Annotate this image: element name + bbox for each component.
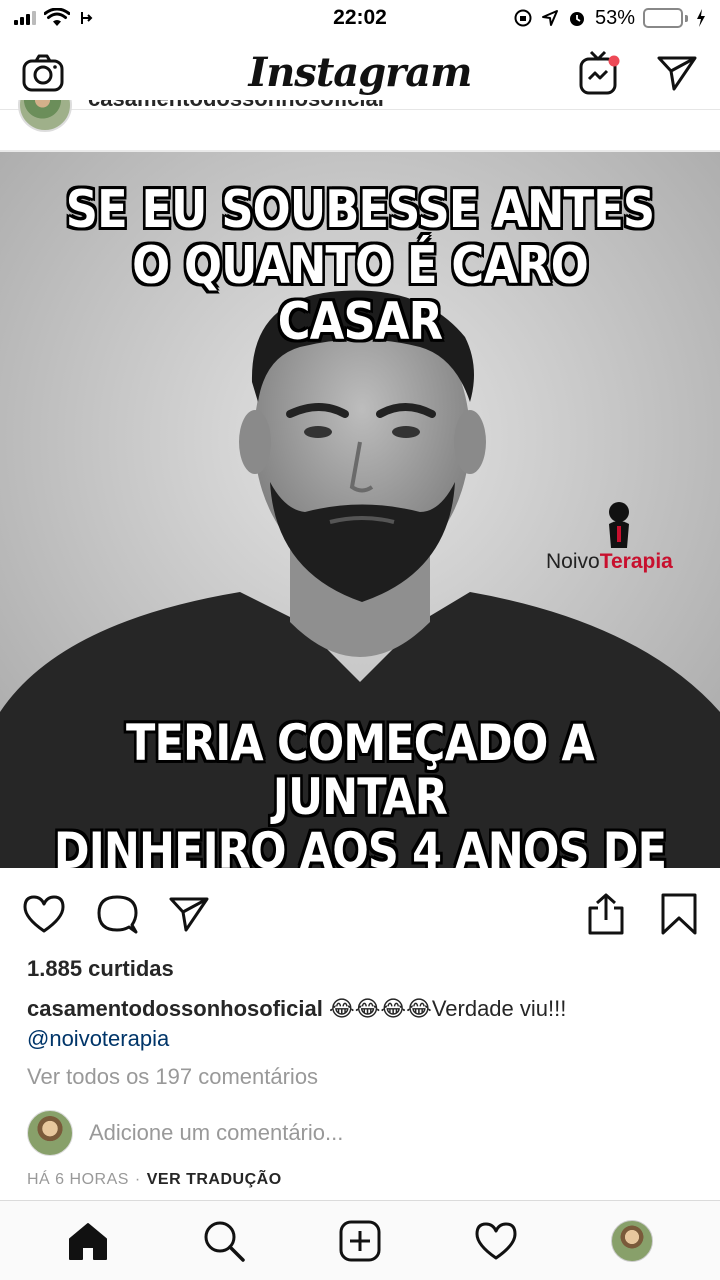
watermark-text: NoivoTerapia [546,550,673,574]
meme-bottom-line-1: TERIA COMEÇADO A JUNTAR [126,714,595,826]
post-owner-username[interactable]: casamentodossonhosoficial [88,100,384,112]
add-post-icon [339,1220,381,1261]
save-button[interactable] [660,892,698,936]
add-comment-row [27,1110,589,1156]
sync-icon [81,12,93,24]
charging-bolt-icon [697,9,705,27]
like-button[interactable] [22,894,66,934]
battery-percent: 53% [594,6,635,29]
watermark-prefix: Noivo [546,550,600,573]
tab-home[interactable] [67,1221,109,1261]
watermark-logo: NoivoTerapia [546,502,706,582]
alarm-icon [569,12,584,26]
meme-top-text: SE EU SOUBESSE ANTES O QUANTO É CARO CAS… [50,180,669,353]
meme-top-line-1: SE EU SOUBESSE ANTES [65,180,655,240]
post-photo[interactable]: SE EU SOUBESSE ANTES O QUANTO É CARO CAS… [0,152,720,868]
comment-button[interactable] [96,893,138,935]
share-icon [169,897,209,932]
likes-count[interactable]: 1.885 curtidas [27,956,174,982]
camera-button[interactable] [22,54,64,92]
view-all-comments-link[interactable]: Ver todos os 197 comentários [27,1064,318,1090]
comment-input[interactable] [89,1120,589,1146]
meme-bottom-text: TERIA COMEÇADO A JUNTAR DINHEIRO AOS 4 A… [50,716,669,868]
avatar[interactable] [18,100,72,132]
avatar [27,1110,73,1156]
upload-icon [588,893,624,935]
timestamp-separator: · [134,1171,141,1188]
meme-top-line-2: O QUANTO É CARO CASAR [132,236,589,353]
wifi-icon [44,8,70,26]
direct-button[interactable] [656,54,698,92]
watermark-suffix: Terapia [599,550,673,573]
bottom-tab-bar [0,1200,720,1280]
post-timestamp: HÁ 6 HORAS [27,1171,129,1188]
status-right: 53% [513,7,706,30]
post-actions [22,886,698,942]
caption-username[interactable]: casamentodossonhosoficial [27,996,323,1021]
heart-icon [23,895,65,933]
rotation-lock-icon [514,9,532,27]
status-bar: 22:02 53% [0,0,720,36]
battery-icon [643,8,688,28]
tab-activity[interactable] [474,1221,518,1261]
upload-button[interactable] [586,892,626,936]
caption-mention[interactable]: @noivoterapia [27,1026,169,1051]
translate-link[interactable]: VER TRADUÇÃO [147,1171,282,1189]
activity-icon [475,1222,517,1259]
post-owner-row[interactable]: casamentodossonhosoficial [18,100,384,134]
post-timestamp-row: HÁ 6 HORAS · VER TRADUÇÃO [27,1171,282,1189]
post-actions-left [22,893,210,935]
igtv-button[interactable] [578,50,622,96]
profile-avatar [611,1219,654,1262]
home-icon [68,1222,107,1260]
location-icon [541,10,558,26]
camera-icon [22,54,64,91]
tab-new-post[interactable] [339,1220,381,1262]
comment-icon [97,895,138,934]
caption-emojis: 😂😂😂😂 [328,996,432,1021]
meme-bottom-line-2: DINHEIRO AOS 4 ANOS DE IDADE [53,822,667,868]
bookmark-icon [661,893,697,935]
app-header: Instagram [0,36,720,110]
tab-profile[interactable] [611,1219,654,1262]
search-icon [204,1221,245,1262]
caption-text: Verdade viu!!! [431,996,567,1021]
status-left [14,8,96,28]
igtv-icon [579,50,620,94]
direct-icon [657,56,697,90]
tab-search[interactable] [202,1219,246,1263]
post-caption: casamentodossonhosoficial 😂😂😂😂Verdade vi… [27,994,697,1054]
post-actions-right [586,892,698,936]
header-actions [578,50,698,96]
cell-signal-icon [14,11,36,25]
share-button[interactable] [168,895,210,933]
